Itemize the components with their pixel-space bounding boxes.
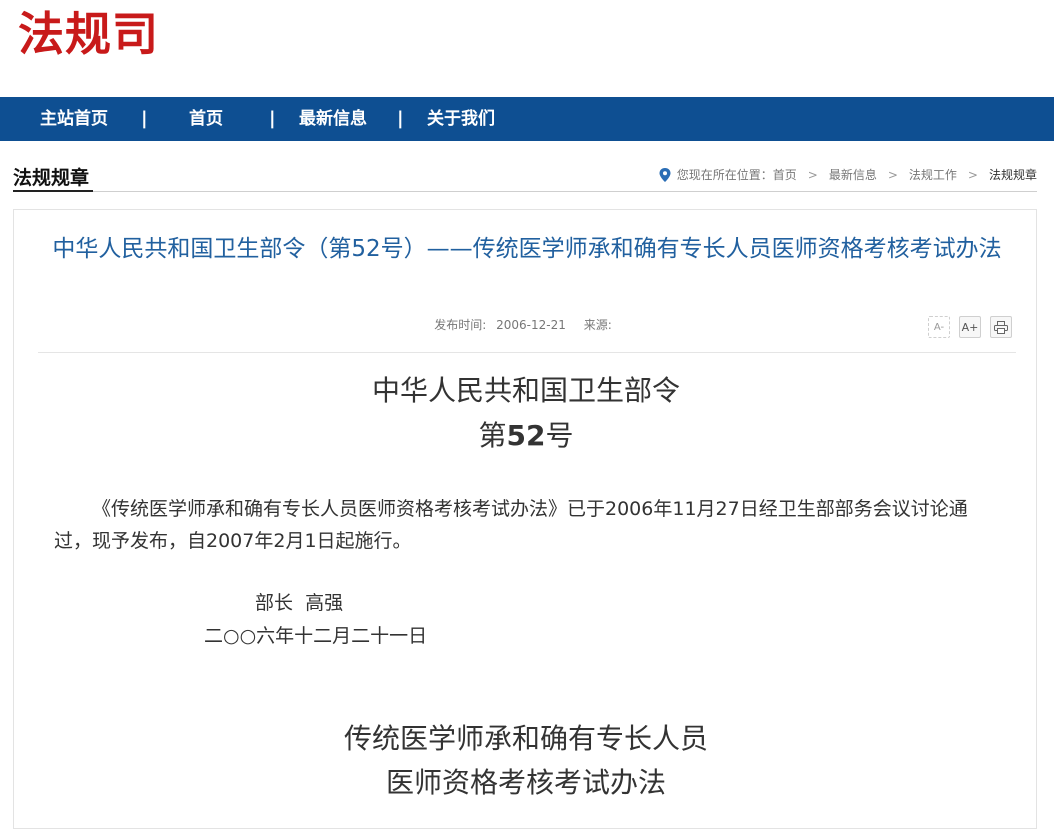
regulation-title-line-2: 医师资格考核考试办法 xyxy=(385,766,666,799)
breadcrumb-separator: > xyxy=(807,168,818,182)
font-larger-button[interactable]: A+ xyxy=(959,316,981,338)
font-smaller-button[interactable]: A- xyxy=(928,316,950,338)
header: 法规司 xyxy=(0,0,1054,97)
meta-divider xyxy=(38,352,1016,353)
printer-icon xyxy=(994,320,1008,334)
breadcrumb-item-home[interactable]: 首页 xyxy=(773,166,797,184)
article-tools: A- A+ xyxy=(919,316,1012,338)
decree-number: 第52号 xyxy=(14,415,1038,457)
nav-item-main-site-home[interactable]: 主站首页 xyxy=(40,97,108,141)
decree-number-suffix: 号 xyxy=(545,419,574,452)
breadcrumb-item-legal-work[interactable]: 法规工作 xyxy=(909,166,957,184)
published-date: 2006-12-21 xyxy=(496,318,566,332)
breadcrumb-separator: > xyxy=(967,168,978,182)
section-divider xyxy=(13,191,1037,192)
regulation-title-line-1: 传统医学师承和确有专长人员 xyxy=(343,722,708,755)
breadcrumb-prefix: 您现在所在位置： xyxy=(676,168,773,182)
nav-item-about-us[interactable]: 关于我们 xyxy=(427,97,495,141)
nav-separator: | xyxy=(397,108,404,129)
section-title: 法规规章 xyxy=(13,167,90,189)
decree-body-paragraph: 《传统医学师承和确有专长人员医师资格考核考试办法》已于2006年11月27日经卫… xyxy=(54,498,968,552)
font-larger-icon: A+ xyxy=(961,320,979,334)
site-logo[interactable]: 法规司 xyxy=(18,8,159,60)
print-button[interactable] xyxy=(990,316,1012,338)
published-label: 发布时间: xyxy=(434,318,487,332)
article-panel: 中华人民共和国卫生部令（第52号）——传统医学师承和确有专长人员医师资格考核考试… xyxy=(13,209,1037,829)
decree-heading: 中华人民共和国卫生部令 xyxy=(371,374,680,407)
breadcrumb-item-latest-news[interactable]: 最新信息 xyxy=(829,166,877,184)
nav-item-home[interactable]: 首页 xyxy=(189,97,223,141)
breadcrumb: 您现在所在位置： 首页 > 最新信息 > 法规工作 > 法规规章 xyxy=(659,166,1037,184)
nav-separator: | xyxy=(269,108,276,129)
section-title-underline xyxy=(13,190,93,192)
sign-date: 二○○六年十二月二十一日 xyxy=(204,625,428,647)
article-meta: 发布时间: 2006-12-21 来源: xyxy=(14,316,1038,333)
decree-number-value: 52 xyxy=(506,419,546,452)
breadcrumb-separator: > xyxy=(887,168,898,182)
nav-separator: | xyxy=(141,108,148,129)
breadcrumb-item-current: 法规规章 xyxy=(988,168,1037,182)
location-pin-icon xyxy=(659,168,671,182)
font-smaller-icon: A- xyxy=(933,321,945,333)
article-title: 中华人民共和国卫生部令（第52号）——传统医学师承和确有专长人员医师资格考核考试… xyxy=(52,236,1002,262)
signer: 部长 高强 xyxy=(255,592,344,614)
decree-number-prefix: 第 xyxy=(478,419,507,452)
source-label: 来源: xyxy=(583,318,612,332)
main-nav: 主站首页 | 首页 | 最新信息 | 关于我们 xyxy=(0,97,1054,141)
nav-item-latest-news[interactable]: 最新信息 xyxy=(299,97,367,141)
